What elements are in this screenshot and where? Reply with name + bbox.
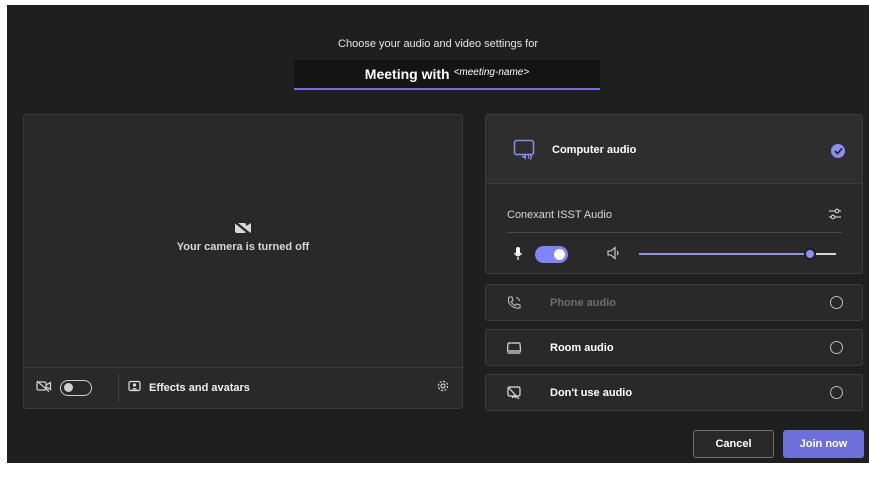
cancel-button[interactable]: Cancel	[693, 430, 774, 458]
prejoin-screen: Choose your audio and video settings for…	[7, 5, 869, 463]
effects-avatars-label: Effects and avatars	[149, 382, 250, 394]
computer-audio-card: Computer audio Conexant ISST Audio	[485, 114, 863, 274]
meeting-title-prefix: Meeting with	[364, 66, 450, 82]
no-audio-option[interactable]: Don't use audio	[485, 374, 863, 411]
volume-slider-thumb[interactable]	[804, 248, 817, 260]
join-now-button[interactable]: Join now	[783, 430, 864, 458]
toggle-knob	[64, 383, 73, 392]
camera-toggle[interactable]	[60, 380, 92, 396]
no-audio-label: Don't use audio	[550, 387, 633, 399]
volume-slider[interactable]	[639, 248, 836, 260]
effects-icon	[128, 379, 141, 397]
audio-settings-sliders-icon[interactable]	[828, 208, 842, 223]
settings-subtitle: Choose your audio and video settings for	[338, 38, 538, 50]
meeting-name-placeholder: <meeting-name>	[453, 67, 530, 78]
no-audio-radio[interactable]	[830, 386, 843, 399]
camera-off-text: Your camera is turned off	[176, 241, 310, 253]
camera-off-indicator: Your camera is turned off	[24, 221, 462, 253]
room-audio-label: Room audio	[550, 342, 614, 354]
video-toolbar: Effects and avatars	[24, 367, 462, 408]
room-audio-option[interactable]: Room audio	[485, 329, 863, 366]
toolbar-divider	[118, 374, 119, 402]
phone-audio-option[interactable]: Phone audio	[485, 284, 863, 321]
audio-device-row: Conexant ISST Audio	[507, 205, 842, 225]
effects-avatars-button[interactable]: Effects and avatars	[128, 368, 250, 408]
device-settings-button[interactable]	[436, 368, 450, 408]
phone-audio-icon	[506, 295, 522, 316]
camera-toggle-group	[36, 368, 92, 408]
room-audio-radio[interactable]	[830, 341, 843, 354]
no-audio-icon	[506, 385, 522, 406]
room-audio-icon	[506, 340, 522, 361]
meeting-title: Meeting with <meeting-name>	[294, 60, 600, 90]
speaker-icon	[606, 246, 622, 265]
computer-audio-icon	[513, 139, 535, 166]
volume-slider-fill	[639, 253, 811, 255]
microphone-toggle[interactable]	[535, 246, 568, 263]
video-preview-panel: Your camera is turned off Effects and av…	[23, 114, 463, 409]
computer-audio-option[interactable]: Computer audio	[486, 115, 862, 184]
phone-audio-radio[interactable]	[830, 296, 843, 309]
gear-icon	[436, 379, 450, 398]
phone-audio-label: Phone audio	[550, 297, 616, 309]
computer-audio-label: Computer audio	[552, 144, 637, 156]
computer-audio-checkmark-icon	[831, 144, 845, 158]
audio-card-divider	[507, 232, 842, 233]
camera-off-icon	[24, 221, 462, 235]
toggle-knob	[554, 249, 565, 260]
audio-device-name: Conexant ISST Audio	[507, 209, 612, 221]
camera-icon	[36, 379, 52, 397]
microphone-icon	[513, 246, 523, 267]
